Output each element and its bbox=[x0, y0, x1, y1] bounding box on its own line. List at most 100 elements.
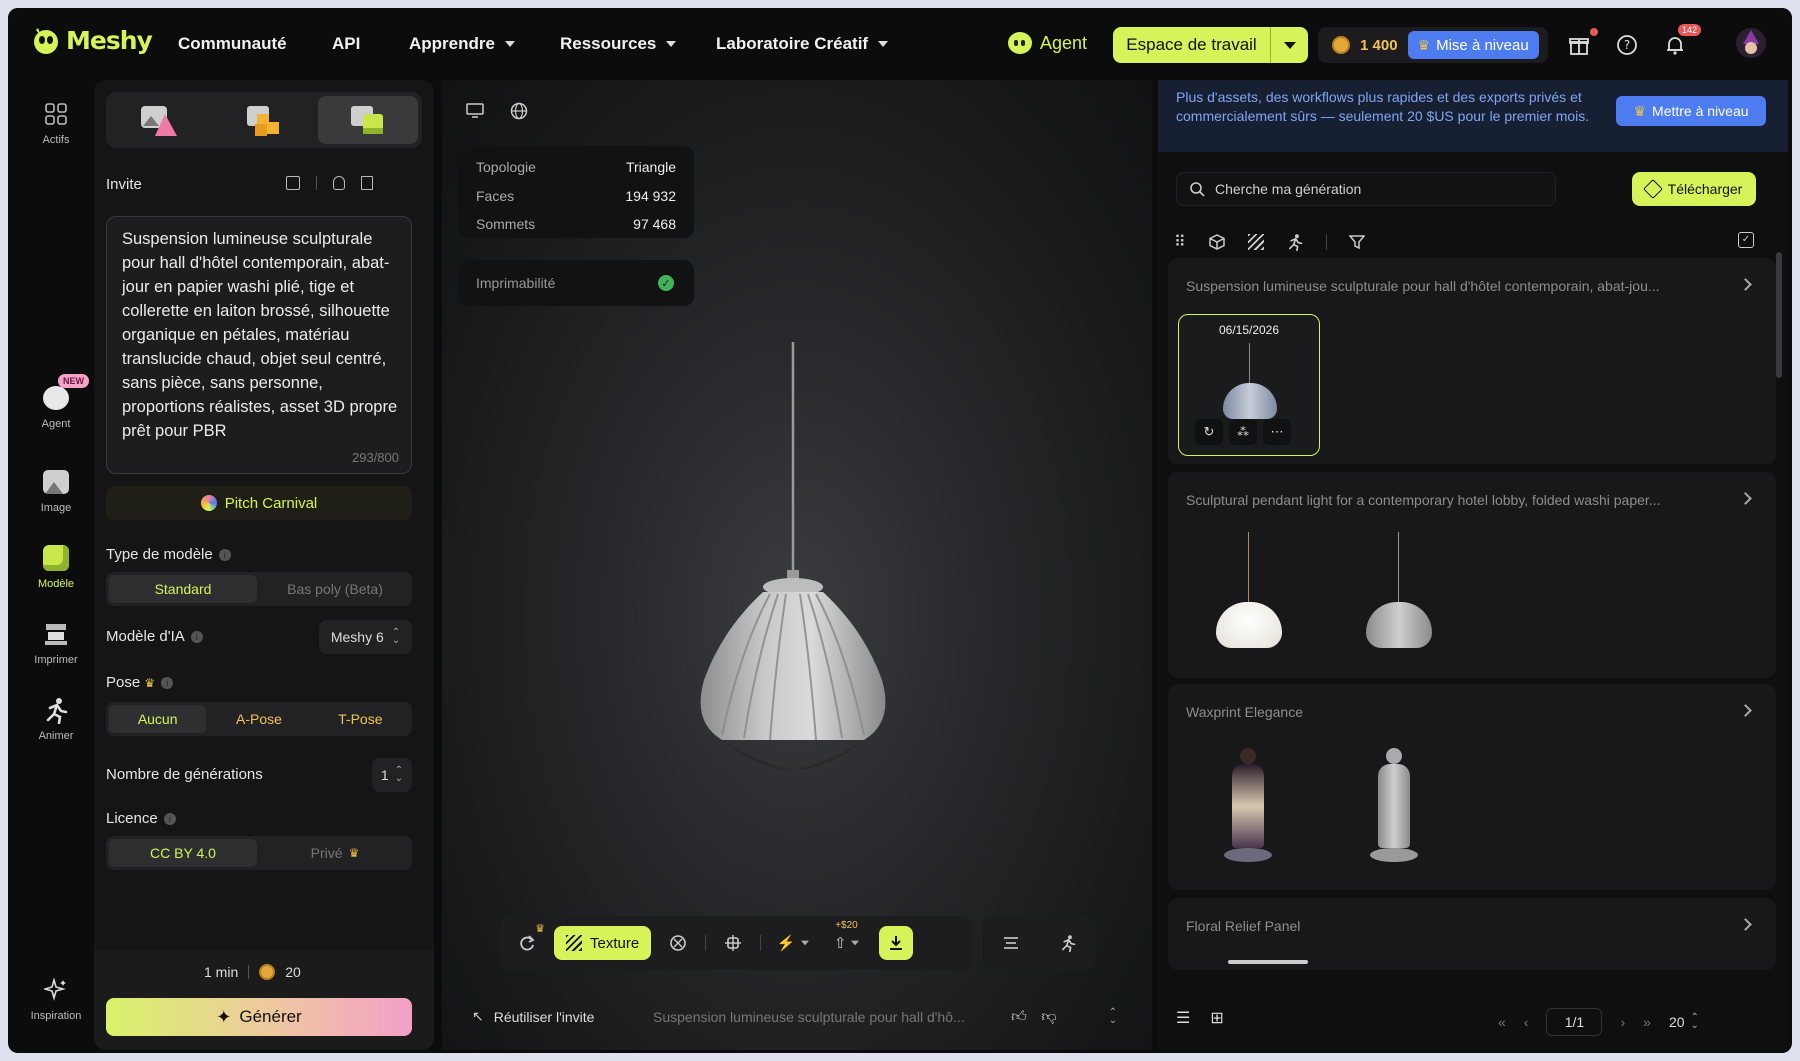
lightbulb-icon[interactable] bbox=[333, 176, 345, 190]
pose-a[interactable]: A-Pose bbox=[210, 705, 307, 733]
meshy-logo-icon bbox=[34, 28, 58, 54]
rail-assets[interactable]: Actifs bbox=[8, 100, 104, 146]
last-page-icon[interactable]: » bbox=[1643, 1014, 1651, 1030]
reuse-prompt-button[interactable]: ↖ Réutiliser l'invite bbox=[472, 1008, 594, 1025]
expand-button[interactable]: ⌃ ⌄ bbox=[1102, 1006, 1124, 1028]
more-icon[interactable]: ⋯ bbox=[1263, 419, 1291, 445]
align-button[interactable] bbox=[994, 926, 1028, 960]
filter-bar: ⠿ bbox=[1174, 232, 1365, 252]
model-type-low-poly[interactable]: Bas poly (Beta) bbox=[261, 575, 409, 603]
printability-panel[interactable]: Imprimabilité ✓ bbox=[458, 260, 694, 306]
tab-multi-image[interactable] bbox=[214, 96, 314, 144]
tab-image-to-3d[interactable] bbox=[110, 96, 210, 144]
workspace-button[interactable]: Espace de travail bbox=[1113, 27, 1308, 63]
share-nodes-icon[interactable]: ⁂ bbox=[1229, 419, 1257, 445]
search-input[interactable]: Cherche ma génération bbox=[1176, 172, 1556, 206]
history-card[interactable]: Floral Relief Panel bbox=[1168, 898, 1776, 970]
pose-t[interactable]: T-Pose bbox=[312, 705, 409, 733]
download-button[interactable] bbox=[879, 926, 914, 960]
nav-api[interactable]: API bbox=[332, 34, 360, 54]
text-cursor-icon[interactable] bbox=[286, 176, 300, 190]
gen-count-select[interactable]: 1 ⌃ ⌄ bbox=[372, 758, 412, 792]
monitor-button[interactable] bbox=[464, 102, 486, 120]
first-page-icon[interactable]: « bbox=[1498, 1014, 1506, 1030]
history-thumbnail[interactable] bbox=[1348, 528, 1448, 658]
page-input[interactable]: 1/1 bbox=[1546, 1008, 1603, 1036]
faces-value: 194 932 bbox=[625, 188, 676, 204]
remesh-button[interactable]: ♛ bbox=[510, 923, 545, 960]
model-type-standard[interactable]: Standard bbox=[109, 575, 257, 603]
rig-button[interactable] bbox=[661, 926, 695, 960]
transform-button[interactable] bbox=[716, 926, 750, 960]
thumbs-up-icon: 👍︎ bbox=[1011, 1008, 1027, 1025]
rail-animate[interactable]: Animer bbox=[8, 696, 104, 742]
help-button[interactable]: ? bbox=[1614, 32, 1640, 58]
chevron-right-icon[interactable] bbox=[1739, 918, 1752, 931]
rail-model[interactable]: Modèle bbox=[8, 544, 104, 590]
history-card[interactable]: Suspension lumineuse sculpturale pour ha… bbox=[1168, 258, 1776, 464]
prompt-textarea[interactable]: Suspension lumineuse sculpturale pour ha… bbox=[106, 216, 412, 474]
prev-page-icon[interactable]: ‹ bbox=[1524, 1014, 1529, 1030]
history-thumbnail[interactable] bbox=[1354, 744, 1434, 874]
coin-icon bbox=[259, 964, 276, 980]
select-checkbox-icon[interactable]: ✓ bbox=[1738, 232, 1754, 248]
page-size-select[interactable]: 20 ⌃ ⌄ bbox=[1669, 1013, 1699, 1031]
history-card[interactable]: Waxprint Elegance bbox=[1168, 684, 1776, 890]
pose-none[interactable]: Aucun bbox=[109, 705, 207, 733]
export-button[interactable]: ⇧ +$20 bbox=[825, 920, 869, 960]
generate-button[interactable]: ✦ Générer bbox=[106, 998, 412, 1036]
cube-icon[interactable] bbox=[1208, 233, 1226, 251]
history-thumbnail[interactable] bbox=[1208, 744, 1288, 874]
agent-button[interactable]: Agent bbox=[1008, 32, 1087, 54]
thumbs-down-button[interactable]: 👎︎ bbox=[1038, 1006, 1060, 1028]
running-figure-icon[interactable] bbox=[1286, 233, 1304, 251]
gift-button[interactable] bbox=[1566, 28, 1598, 58]
grid-dots-icon[interactable]: ⠿ bbox=[1174, 232, 1186, 252]
hatch-icon[interactable] bbox=[1247, 234, 1264, 250]
notifications-button[interactable]: 142 bbox=[1662, 24, 1702, 58]
filter-icon[interactable] bbox=[1348, 234, 1365, 250]
rail-inspiration[interactable]: Inspiration bbox=[8, 976, 104, 1022]
image-to-3d-icon bbox=[141, 106, 177, 136]
topology-label: Topologie bbox=[476, 159, 536, 175]
nav-community[interactable]: Communauté bbox=[178, 34, 287, 54]
rail-print[interactable]: Imprimer bbox=[8, 620, 104, 666]
tab-text-to-3d[interactable] bbox=[318, 96, 418, 144]
chevron-right-icon[interactable] bbox=[1739, 704, 1752, 717]
next-page-icon[interactable]: › bbox=[1620, 1014, 1625, 1030]
rail-image[interactable]: Image bbox=[8, 468, 104, 514]
history-card[interactable]: Sculptural pendant light for a contempor… bbox=[1168, 472, 1776, 678]
thumbs-up-button[interactable]: 👍︎ bbox=[1008, 1006, 1030, 1028]
animate-button[interactable] bbox=[1051, 926, 1085, 960]
book-icon[interactable] bbox=[361, 176, 373, 190]
avatar[interactable] bbox=[1736, 28, 1766, 58]
license-private[interactable]: Privé ♛ bbox=[261, 839, 409, 867]
logo[interactable]: Meshy bbox=[32, 24, 153, 56]
globe-button[interactable] bbox=[508, 101, 530, 121]
workspace-dropdown[interactable] bbox=[1270, 27, 1308, 63]
history-thumbnail[interactable] bbox=[1228, 960, 1308, 964]
upload-button[interactable]: Télécharger bbox=[1632, 172, 1756, 206]
model-viewport[interactable]: Topologie Triangle Faces 194 932 Sommets… bbox=[442, 80, 1152, 1050]
grid-view-icon[interactable]: ⊞ bbox=[1210, 1008, 1223, 1028]
nav-resources[interactable]: Ressources bbox=[560, 34, 677, 54]
sparkle-icon: ✦ bbox=[216, 1006, 232, 1027]
ai-model-select[interactable]: Meshy 6 ⌃ ⌄ bbox=[319, 620, 412, 654]
list-view-icon[interactable]: ☰ bbox=[1176, 1008, 1190, 1028]
regenerate-icon[interactable]: ↻ bbox=[1195, 419, 1223, 445]
upgrade-button[interactable]: ♛ Mise à niveau bbox=[1407, 31, 1539, 59]
nav-creative-lab[interactable]: Laboratoire Créatif bbox=[716, 34, 889, 54]
nav-api-label: API bbox=[332, 34, 361, 53]
texture-button[interactable]: Texture bbox=[554, 926, 652, 960]
history-thumbnail[interactable] bbox=[1198, 528, 1298, 658]
history-thumbnail-selected[interactable]: 06/15/2026 ↻ ⁂ ⋯ bbox=[1178, 314, 1320, 456]
rail-agent[interactable]: Agent NEW bbox=[8, 374, 104, 430]
license-cc-by[interactable]: CC BY 4.0 bbox=[109, 839, 257, 867]
nav-learn[interactable]: Apprendre bbox=[409, 34, 515, 54]
promo-upgrade-button[interactable]: ♛ Mettre à niveau bbox=[1616, 96, 1766, 126]
style-chip-button[interactable]: Pitch Carnival bbox=[106, 486, 412, 520]
chevron-right-icon[interactable] bbox=[1739, 492, 1752, 505]
plugin-button[interactable]: ⚡ bbox=[771, 926, 815, 960]
chevron-right-icon[interactable] bbox=[1739, 278, 1752, 291]
scrollbar[interactable] bbox=[1776, 252, 1782, 378]
